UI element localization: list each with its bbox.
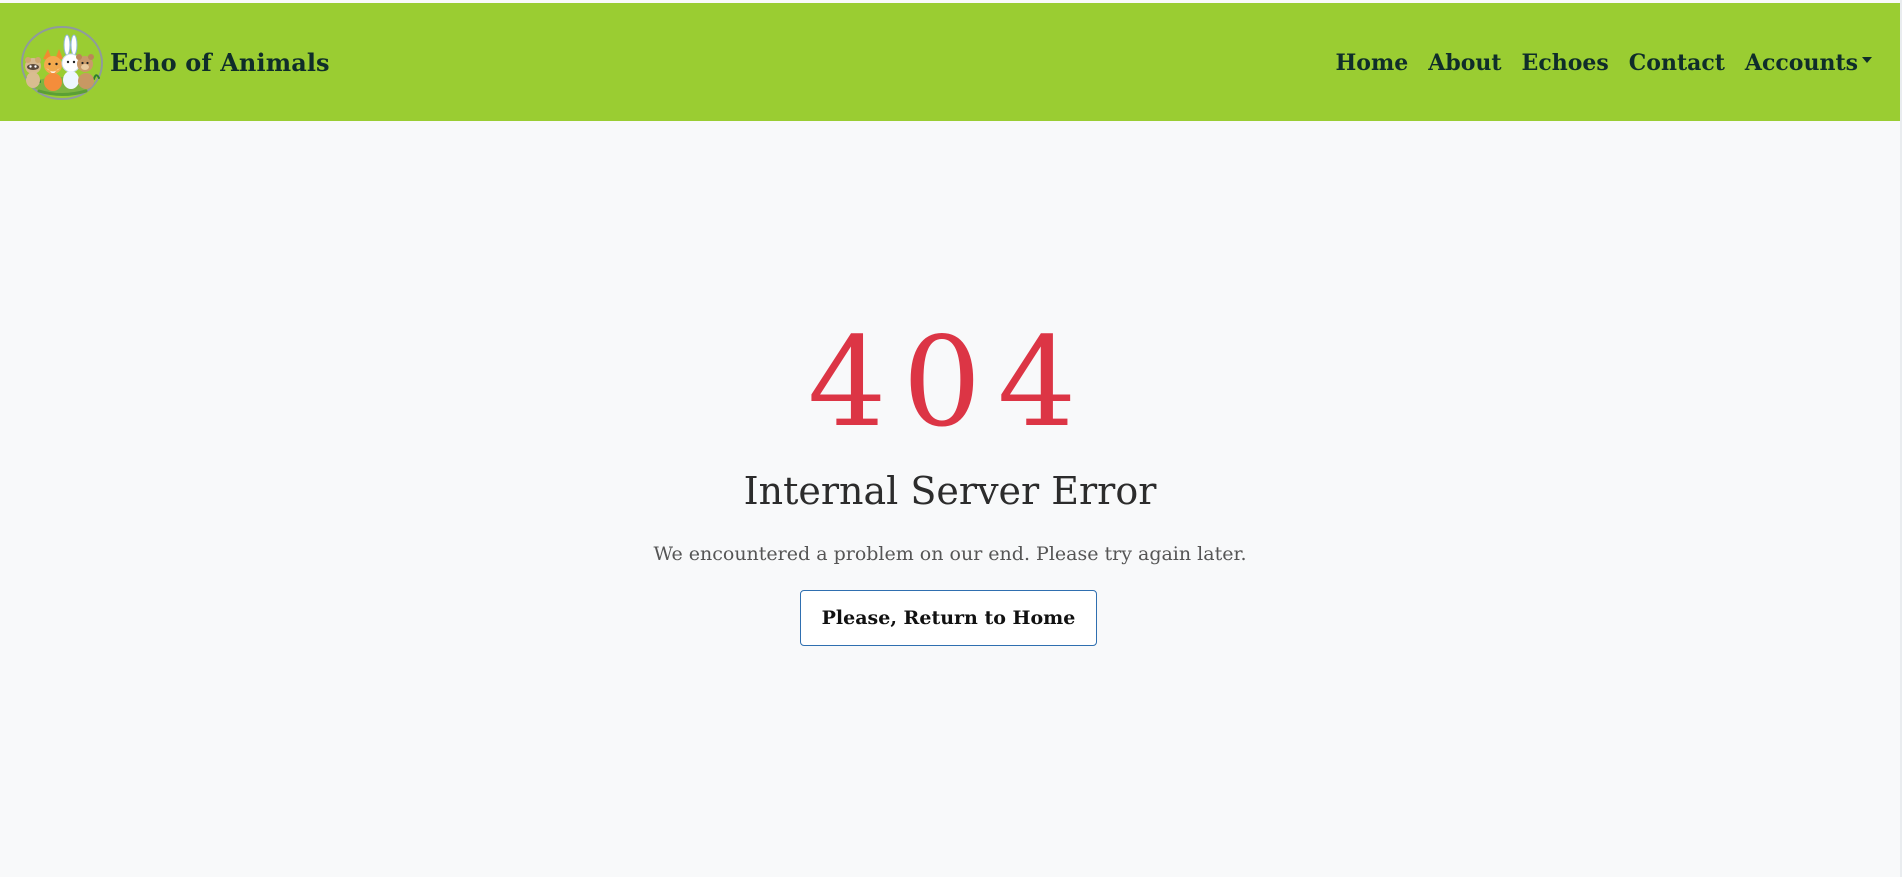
brand-name: Echo of Animals xyxy=(110,47,330,77)
error-code: 404 xyxy=(807,311,1093,455)
error-message: We encountered a problem on our end. Ple… xyxy=(653,543,1247,565)
accounts-dropdown-toggle[interactable]: Accounts xyxy=(1745,50,1872,76)
brand-link[interactable]: Echo of Animals xyxy=(18,23,330,101)
animal-friends-logo xyxy=(21,26,103,100)
main-navbar: Echo of Animals Home About Echoes Contac… xyxy=(0,3,1900,121)
error-title: Internal Server Error xyxy=(743,469,1157,513)
raccoon-figure xyxy=(25,57,41,88)
nav-about-link[interactable]: About xyxy=(1428,50,1501,76)
bear-figure xyxy=(76,54,94,89)
caret-down-icon xyxy=(1862,57,1872,63)
primary-navigation: Home About Echoes Contact Accounts xyxy=(1336,50,1872,76)
nav-echoes-link[interactable]: Echoes xyxy=(1522,50,1609,76)
fox-figure xyxy=(43,49,63,91)
browser-viewport: Echo of Animals Home About Echoes Contac… xyxy=(0,0,1902,877)
error-page-content: 404 Internal Server Error We encountered… xyxy=(0,121,1900,877)
nav-home-link[interactable]: Home xyxy=(1336,50,1409,76)
accounts-label: Accounts xyxy=(1744,50,1858,76)
nav-contact-link[interactable]: Contact xyxy=(1629,50,1725,76)
return-home-button[interactable]: Please, Return to Home xyxy=(800,590,1097,646)
